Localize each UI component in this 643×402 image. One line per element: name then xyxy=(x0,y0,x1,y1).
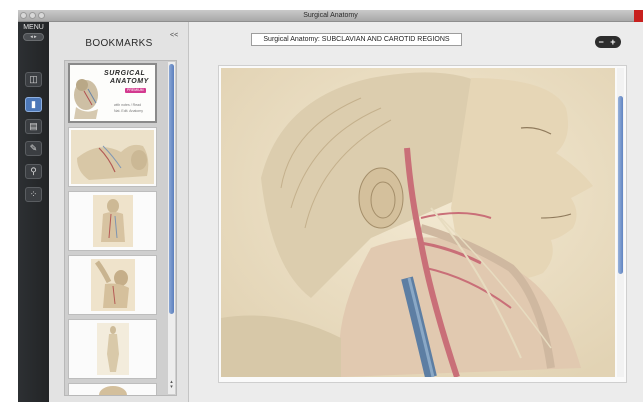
title-bar: Surgical Anatomy xyxy=(18,10,643,22)
bookmark-item-page-4[interactable] xyxy=(68,255,157,315)
ribbon-bookmark-icon xyxy=(634,10,643,22)
document-title: Surgical Anatomy: SUBCLAVIAN AND CAROTID… xyxy=(251,33,462,46)
page-layout-icon[interactable]: ◫ xyxy=(25,72,42,87)
bookmark-scrollbar[interactable]: ▴ ▾ xyxy=(168,62,175,394)
bookmark-scroll-thumb[interactable] xyxy=(169,64,174,314)
bookmarks-title: BOOKMARKS xyxy=(85,38,153,49)
pencil-icon[interactable]: ✎ xyxy=(25,141,42,156)
bookmark-item-page-2[interactable] xyxy=(68,127,157,187)
raised-arm-plate-thumbnail xyxy=(91,259,135,311)
menu-button[interactable]: MENU xyxy=(18,24,49,31)
bookmark-item-page-3[interactable] xyxy=(68,191,157,251)
bookmark-icon[interactable]: ▮ xyxy=(25,97,42,112)
bookmark-list[interactable]: SURGICAL ANATOMY PREMIUM with notes / Re… xyxy=(64,60,177,396)
standing-figure-thumbnail xyxy=(97,323,129,375)
document-icon[interactable]: ▤ xyxy=(25,119,42,134)
grid-icon[interactable]: ⁘ xyxy=(25,187,42,202)
head-plate-thumbnail xyxy=(99,386,127,395)
subclavian-carotid-illustration xyxy=(221,68,615,377)
bookmarks-panel: << BOOKMARKS SURGICAL ANATOMY PREMIUM wi… xyxy=(49,22,189,402)
app-window: Surgical Anatomy MENU ◂ ▸ ◫ ▮ ▤ ✎ ⚲ ⁘ <<… xyxy=(18,10,643,402)
bookmark-item-page-6[interactable] xyxy=(68,383,157,395)
bookmark-item-cover[interactable]: SURGICAL ANATOMY PREMIUM with notes / Re… xyxy=(68,63,157,123)
document-viewer: Surgical Anatomy: SUBCLAVIAN AND CAROTID… xyxy=(189,22,643,402)
cover-caption-line2: Nat. Edit. Anatomy xyxy=(114,109,143,113)
page-scrollbar[interactable] xyxy=(617,68,624,377)
torso-plate-thumbnail xyxy=(71,130,154,184)
zoom-control[interactable]: − + xyxy=(595,36,621,48)
figure-plate-thumbnail xyxy=(93,195,133,247)
cover-title-line1: SURGICAL xyxy=(104,70,146,77)
window-title: Surgical Anatomy xyxy=(303,12,358,19)
bookmark-item-page-5[interactable] xyxy=(68,319,157,379)
search-icon[interactable]: ⚲ xyxy=(25,164,42,179)
scroll-arrows-icon[interactable]: ▴ ▾ xyxy=(168,380,175,390)
premium-badge: PREMIUM xyxy=(125,88,146,93)
cover-title-line2: ANATOMY xyxy=(110,78,149,85)
page-nav-arrows[interactable]: ◂ ▸ xyxy=(23,33,44,41)
anatomy-plate[interactable] xyxy=(221,68,615,377)
page-scroll-thumb[interactable] xyxy=(618,96,623,274)
cover-caption-line1: with notes / Read xyxy=(114,103,142,107)
left-toolbar: MENU ◂ ▸ ◫ ▮ ▤ ✎ ⚲ ⁘ xyxy=(18,22,49,402)
page-frame xyxy=(218,65,627,383)
